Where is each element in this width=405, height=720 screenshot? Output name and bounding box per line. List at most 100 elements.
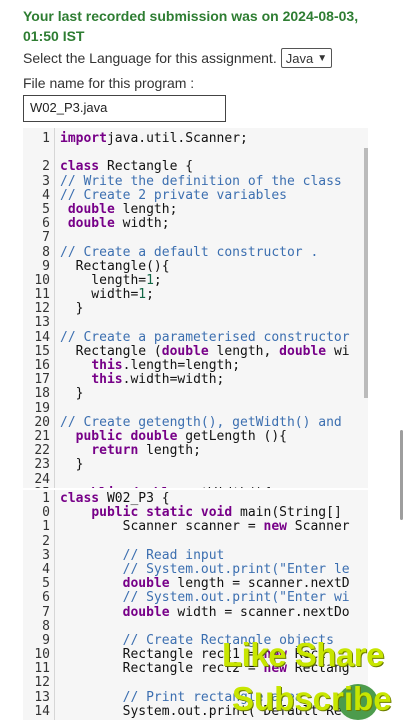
language-row: Select the Language for this assignment.… <box>23 48 333 68</box>
line-number: 7 <box>42 604 50 620</box>
code-text: // System.out.print("Enter le <box>122 561 350 577</box>
line-number: 1 <box>42 519 50 535</box>
line-number: 4 <box>42 561 50 577</box>
code-line[interactable]: 17 this.width=width; <box>23 372 368 387</box>
code-line[interactable]: 14 // Create a parameterised constructor <box>23 329 368 345</box>
code-text: Rectangle (double length, double wi <box>60 343 350 359</box>
code-text: // Read input <box>122 547 225 563</box>
code-line[interactable]: 21 public double getLength (){ <box>23 428 368 444</box>
code-text: // Create a default constructor . <box>60 244 319 260</box>
line-number: 2 <box>42 159 50 175</box>
code-line[interactable]: 5 double length = scanner.nextD <box>23 576 368 591</box>
line-number: 12 <box>34 301 50 317</box>
code-text: Rectangle(){ <box>60 258 170 274</box>
language-label: Select the Language for this assignment. <box>23 50 277 66</box>
line-number: 11 <box>34 661 50 677</box>
line-number: 11 <box>34 287 50 303</box>
code-text: // Create 2 private variables <box>60 187 287 203</box>
code-lines: 1 importjava.util.Scanner; 2 class Rectangl… <box>23 131 368 488</box>
code-line[interactable]: 2 <box>23 533 368 549</box>
code-line[interactable]: 1 importjava.util.Scanner; <box>23 131 368 146</box>
code-line[interactable]: 3 // Write the definition of the class <box>23 173 368 189</box>
code-text: this.length=length; <box>91 358 241 373</box>
page-scrollbar[interactable] <box>400 430 403 520</box>
code-text: double width = scanner.nextDo <box>122 604 350 620</box>
file-name-label: File name for this program : <box>23 75 195 91</box>
code-text: length=1; <box>60 272 162 288</box>
code-line[interactable]: 8 // Create a default constructor . <box>23 244 368 260</box>
code-text: return length; <box>91 443 201 459</box>
line-number: 0 <box>42 505 50 521</box>
line-number: 19 <box>34 400 50 416</box>
code-text: public static void main(String[] <box>91 505 342 521</box>
code-line[interactable]: 9 Rectangle(){ <box>23 258 368 274</box>
line-number: 4 <box>42 187 50 203</box>
line-number: 23 <box>34 457 50 473</box>
line-number: 5 <box>42 201 50 217</box>
file-name-input[interactable]: W02_P3.java <box>23 95 226 122</box>
code-line[interactable]: 7 double width = scanner.nextDo <box>23 604 368 620</box>
code-line[interactable]: 1 class W02_P3 { <box>23 491 368 506</box>
code-line[interactable]: 4 // Create 2 private variables <box>23 187 368 203</box>
code-line[interactable]: 6 // System.out.print("Enter wi <box>23 591 368 605</box>
code-line[interactable]: 25 public double getWidth(){ <box>23 486 368 488</box>
line-number: 2 <box>42 533 50 549</box>
line-number: 1 <box>42 131 50 146</box>
code-line[interactable]: 12 } <box>23 302 368 316</box>
code-line[interactable]: 23 } <box>23 458 368 472</box>
line-number: 6 <box>42 590 50 606</box>
code-line[interactable]: 11 width=1; <box>23 287 368 303</box>
code-text: Scanner scanner = new Scanner <box>60 519 350 535</box>
line-number: 6 <box>42 216 50 232</box>
code-line[interactable]: 19 <box>23 400 368 416</box>
line-number: 8 <box>42 618 50 634</box>
code-line[interactable]: 10 length=1; <box>23 272 368 288</box>
code-line[interactable]: 20 // Create getength(), getWidth() and <box>23 414 368 430</box>
code-line[interactable]: 7 <box>23 231 368 245</box>
code-line[interactable] <box>23 146 368 160</box>
code-line[interactable]: 6 double width; <box>23 216 368 232</box>
code-line[interactable]: 3 // Read input <box>23 547 368 563</box>
code-text: class W02_P3 { <box>60 491 170 506</box>
line-number: 13 <box>34 689 50 705</box>
code-line[interactable]: 13 <box>23 316 368 330</box>
code-text: // Write the definition of the class <box>60 173 342 189</box>
code-line[interactable]: 24 <box>23 471 368 487</box>
line-number: 15 <box>34 343 50 359</box>
line-number: 18 <box>34 386 50 402</box>
code-line[interactable]: 2 class Rectangle { <box>23 160 368 174</box>
line-number: 22 <box>34 443 50 459</box>
line-number: 20 <box>34 414 50 430</box>
line-number: 25 <box>23 486 50 488</box>
code-text: double width; <box>67 216 170 232</box>
line-number: 16 <box>34 358 50 373</box>
line-number: 24 <box>34 471 50 487</box>
code-line[interactable]: 1 Scanner scanner = new Scanner <box>23 520 368 534</box>
line-number: 7 <box>42 230 50 246</box>
line-number: 10 <box>34 647 50 663</box>
code-line[interactable]: 16 this.length=length; <box>23 358 368 373</box>
code-editor-class[interactable]: 1 importjava.util.Scanner; 2 class Rectangl… <box>23 128 368 488</box>
code-text: width=1; <box>60 287 154 303</box>
code-line[interactable]: 4 // System.out.print("Enter le <box>23 561 368 577</box>
line-number: 9 <box>42 258 50 274</box>
code-text: public double getLength (){ <box>75 428 287 444</box>
line-number: 9 <box>42 632 50 648</box>
code-line[interactable]: 22 return length; <box>23 443 368 459</box>
code-line[interactable]: 18 } <box>23 387 368 401</box>
code-line[interactable]: 15 Rectangle (double length, double wi <box>23 343 368 359</box>
like-share-watermark: Like Share <box>222 636 384 673</box>
editor-scrollbar[interactable] <box>364 148 368 398</box>
code-text: } <box>60 301 84 317</box>
code-line[interactable]: 5 double length; <box>23 201 368 217</box>
code-text: // Create a parameterised constructor <box>60 329 350 345</box>
code-text: importjava.util.Scanner; <box>60 131 248 146</box>
line-number: 14 <box>34 329 50 345</box>
code-text: // System.out.print("Enter wi <box>122 590 350 606</box>
code-line[interactable]: 0 public static void main(String[] <box>23 505 368 521</box>
line-number: 14 <box>34 703 50 719</box>
code-line[interactable]: 8 <box>23 618 368 634</box>
code-text: } <box>60 457 84 473</box>
language-select[interactable]: Java ▼ <box>280 48 333 68</box>
last-submission-notice: Your last recorded submission was on 202… <box>23 8 359 44</box>
